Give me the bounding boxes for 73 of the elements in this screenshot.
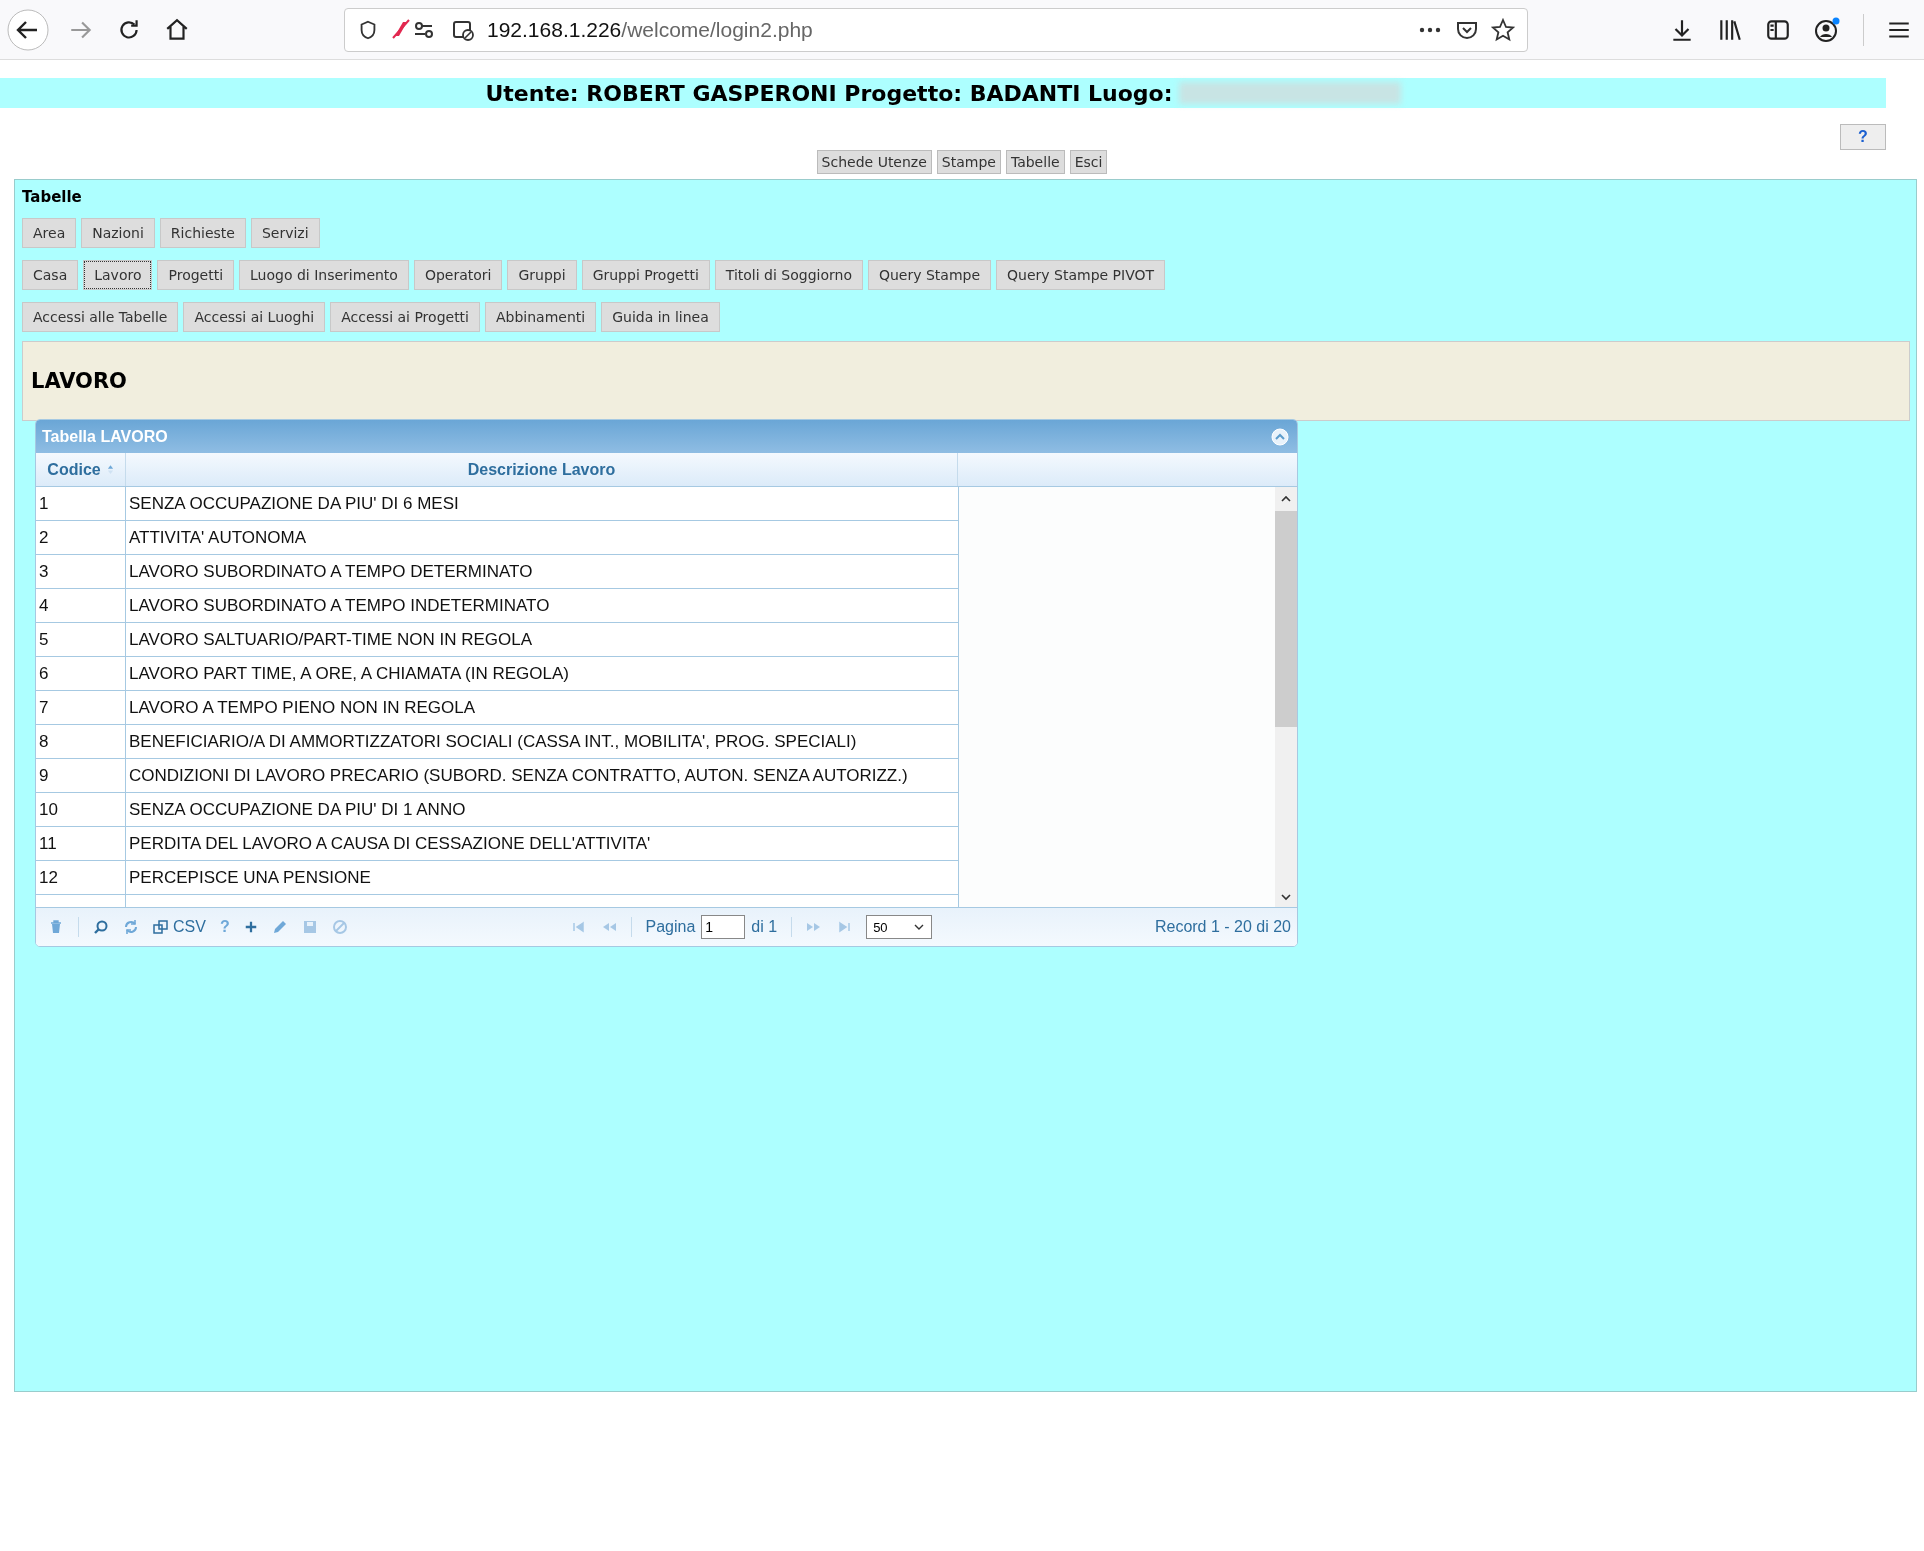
star-icon[interactable] <box>1491 17 1515 42</box>
help-button[interactable]: ? <box>1840 124 1886 150</box>
column-header[interactable]: Codice <box>36 453 126 486</box>
table-tab[interactable]: Operatori <box>413 260 503 290</box>
table-tab[interactable]: Richieste <box>159 218 246 248</box>
table-cell: 10 <box>36 793 126 826</box>
nav-button[interactable]: Esci <box>1069 150 1108 174</box>
page-input[interactable]: 1 <box>701 915 746 939</box>
add-icon[interactable] <box>243 920 258 934</box>
record-count: Record 1 - 20 di 20 <box>1154 918 1291 936</box>
section-title: LAVORO <box>31 369 127 393</box>
table-tab[interactable]: Abbinamenti <box>485 302 597 332</box>
table-cell-text: LAVORO PART TIME, A ORE, A CHIAMATA (IN REGOLA) <box>128 662 570 685</box>
table-tab[interactable]: Accessi alle Tabelle <box>22 302 179 332</box>
scroll-down-icon[interactable] <box>1280 891 1292 903</box>
table-cell-text: LAVORO SALTUARIO/PART-TIME NON IN REGOLA <box>128 628 534 651</box>
nav-button[interactable]: Stampe <box>936 150 1001 174</box>
table-cell: 8 <box>36 725 126 758</box>
table-cell: 5 <box>36 623 126 656</box>
table-cell: 2 <box>36 521 126 554</box>
table-tab[interactable]: Casa <box>22 260 79 290</box>
sort-icon <box>106 464 114 475</box>
table-cell-text: CONDIZIONI DI LAVORO PRECARIO (SUBORD. SENZA CONTRATTO, AUTON. SENZA AUTORIZZ.) <box>128 764 909 787</box>
panel-title: Tabelle <box>22 188 83 206</box>
table-cell: 12 <box>36 861 126 894</box>
back-icon[interactable] <box>6 7 50 52</box>
account-icon[interactable] <box>1813 15 1841 44</box>
header-text: Utente: ROBERT GASPERONI Progetto: BADANTI Luogo: <box>485 80 1173 106</box>
table-tab[interactable]: Gruppi Progetti <box>581 260 710 290</box>
copy-icon[interactable] <box>153 919 169 935</box>
grid-title: Tabella LAVORO <box>42 427 168 446</box>
table-cell-text: LAVORO A TEMPO PIENO NON IN REGOLA <box>128 696 477 719</box>
collapse-icon[interactable] <box>1271 427 1289 446</box>
table-cell-text: BENEFICIARIO/A DI AMMORTIZZATORI SOCIALI (CASSA INT., MOBILITA', PROG. SPECIALI) <box>128 730 858 753</box>
table-cell-text: LAVORO SUBORDINATO A TEMPO INDETERMINATO <box>128 594 551 617</box>
table-tab[interactable]: Lavoro <box>83 260 153 290</box>
csv-button[interactable]: CSV <box>173 918 206 936</box>
table-tab[interactable]: Query Stampe PIVOT <box>996 260 1166 290</box>
search-icon[interactable] <box>93 919 109 935</box>
table-tab[interactable]: Servizi <box>250 218 320 248</box>
table-tab[interactable]: Guida in linea <box>601 302 720 332</box>
table-tab[interactable]: Nazioni <box>81 218 155 248</box>
table-tab[interactable]: Query Stampe <box>867 260 992 290</box>
table-cell-text: SENZA OCCUPAZIONE DA PIU' DI 6 MESI <box>128 492 460 515</box>
column-header[interactable]: Descrizione Lavoro <box>126 453 958 486</box>
page-count: di 1 <box>751 918 778 936</box>
table-tab[interactable]: Accessi ai Luoghi <box>183 302 326 332</box>
nav-button[interactable]: Schede Utenze <box>816 150 932 174</box>
scrollbar[interactable] <box>1275 487 1297 907</box>
home-icon[interactable] <box>164 16 190 43</box>
table-cell-text: ATTIVITA' AUTONOMA <box>128 526 308 549</box>
table-tab[interactable]: Area <box>22 218 77 248</box>
table-cell: 11 <box>36 827 126 860</box>
table-cell: 1 <box>36 487 126 520</box>
table-cell-text: LAVORO SUBORDINATO A TEMPO DETERMINATO <box>128 560 534 583</box>
table-tab[interactable]: Luogo di Inserimento <box>239 260 409 290</box>
table-cell: 6 <box>36 657 126 690</box>
table-tab[interactable]: Gruppi <box>507 260 577 290</box>
table-cell: 7 <box>36 691 126 724</box>
table-tab[interactable]: Accessi ai Progetti <box>330 302 480 332</box>
table-cell-text: SENZA OCCUPAZIONE DA PIU' DI 1 ANNO <box>128 798 467 821</box>
table-cell-text: PERCEPISCE UNA PENSIONE <box>128 866 372 889</box>
table-cell: 4 <box>36 589 126 622</box>
page-size-select[interactable]: 50 <box>866 915 933 939</box>
nav-button[interactable]: Tabelle <box>1005 150 1065 174</box>
table-tab[interactable]: Progetti <box>157 260 235 290</box>
table-tab[interactable]: Titoli di Soggiorno <box>714 260 863 290</box>
url-text: 192.168.1.226/welcome/login2.php <box>487 17 813 42</box>
table-cell: 9 <box>36 759 126 792</box>
address-bar[interactable]: 192.168.1.226/welcome/login2.php <box>344 7 1528 52</box>
table-cell: 3 <box>36 555 126 588</box>
page-label: Pagina <box>645 918 696 936</box>
table-cell-text: PERDITA DEL LAVORO A CAUSA DI CESSAZIONE DELL'ATTIVITA' <box>128 832 652 855</box>
